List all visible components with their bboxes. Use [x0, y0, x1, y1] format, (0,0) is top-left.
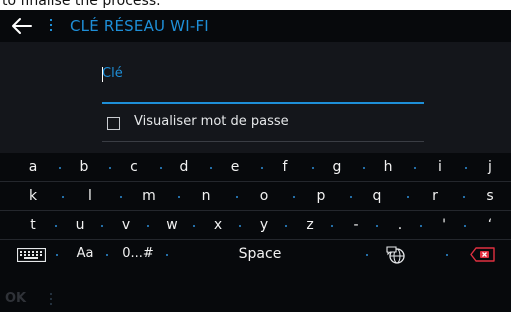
key-divider-dot	[407, 196, 409, 198]
key-j[interactable]: j	[476, 157, 504, 177]
key-input-placeholder: Clé	[102, 66, 123, 81]
space-key[interactable]: Space	[215, 244, 305, 264]
key-divider-dot	[120, 196, 122, 198]
caption-text: to finalise the process.	[2, 0, 161, 9]
backspace-icon[interactable]	[470, 247, 495, 262]
key-divider-dot	[350, 196, 352, 198]
footer-bar: OK	[0, 280, 511, 312]
key-input-underline	[102, 102, 424, 104]
show-password-checkbox[interactable]	[107, 117, 120, 130]
key-divider-dot	[464, 225, 466, 227]
key-divider-dot	[293, 196, 295, 198]
key-divider-dot	[446, 254, 448, 256]
header-bar: CLÉ RÉSEAU WI-FI	[0, 10, 511, 42]
key-v[interactable]: v	[112, 215, 140, 235]
keyboard-hide-icon[interactable]	[17, 248, 46, 262]
key-divider-dot	[239, 225, 241, 227]
key-quote[interactable]: ‘	[476, 215, 504, 235]
key-divider-dot	[160, 167, 162, 169]
key-divider-dot	[285, 225, 287, 227]
key-h[interactable]: h	[374, 157, 402, 177]
key-divider-dot	[261, 167, 263, 169]
key-divider-dot	[420, 225, 422, 227]
key-divider-dot	[312, 167, 314, 169]
header-separator	[50, 19, 52, 33]
key-divider-dot	[210, 167, 212, 169]
key-p[interactable]: p	[307, 186, 335, 206]
key-apostrophe[interactable]: '	[430, 215, 458, 235]
key-g[interactable]: g	[323, 157, 351, 177]
key-l[interactable]: l	[76, 186, 104, 206]
key-y[interactable]: y	[250, 215, 278, 235]
key-divider-dot	[193, 225, 195, 227]
key-d[interactable]: d	[170, 157, 198, 177]
key-divider-dot	[147, 225, 149, 227]
key-f[interactable]: f	[271, 157, 299, 177]
key-t[interactable]: t	[19, 215, 47, 235]
case-toggle-key[interactable]: Aa	[70, 244, 100, 264]
key-r[interactable]: r	[421, 186, 449, 206]
key-q[interactable]: q	[363, 186, 391, 206]
key-m[interactable]: m	[135, 186, 163, 206]
language-globe-icon[interactable]	[385, 245, 407, 265]
key-divider-dot	[166, 254, 168, 256]
key-divider-dot	[106, 254, 108, 256]
keyboard-row-divider	[0, 210, 511, 211]
key-o[interactable]: o	[250, 186, 278, 206]
key-divider-dot	[62, 196, 64, 198]
key-i[interactable]: i	[426, 157, 454, 177]
key-divider-dot	[55, 225, 57, 227]
back-arrow-icon[interactable]	[11, 16, 33, 36]
show-password-label[interactable]: Visualiser mot de passe	[134, 114, 289, 130]
key-divider-dot	[236, 196, 238, 198]
key-a[interactable]: a	[19, 157, 47, 177]
divider	[102, 141, 424, 142]
key-divider-dot	[56, 254, 58, 256]
key-divider-dot	[414, 167, 416, 169]
key-input[interactable]: Clé	[102, 66, 424, 90]
keyboard-row-divider	[0, 239, 511, 240]
key-z[interactable]: z	[296, 215, 324, 235]
wifi-key-screen: CLÉ RÉSEAU WI-FI Clé Visualiser mot de p…	[0, 10, 511, 312]
key-w[interactable]: w	[158, 215, 186, 235]
key-e[interactable]: e	[221, 157, 249, 177]
key-divider-dot	[376, 225, 378, 227]
key-n[interactable]: n	[192, 186, 220, 206]
key-b[interactable]: b	[70, 157, 98, 177]
key-k[interactable]: k	[19, 186, 47, 206]
footer-separator	[50, 293, 52, 305]
key-divider-dot	[465, 167, 467, 169]
key-divider-dot	[463, 196, 465, 198]
key-x[interactable]: x	[204, 215, 232, 235]
key-hyphen[interactable]: -	[342, 215, 370, 235]
key-divider-dot	[109, 167, 111, 169]
page-title: CLÉ RÉSEAU WI-FI	[70, 17, 209, 35]
key-divider-dot	[59, 167, 61, 169]
form-panel: Clé Visualiser mot de passe	[0, 42, 511, 153]
text-caret	[102, 67, 103, 82]
key-c[interactable]: c	[120, 157, 148, 177]
key-divider-dot	[363, 167, 365, 169]
virtual-keyboard: a b c d e f g h i j k l m n o p q r s t …	[0, 153, 511, 269]
key-s[interactable]: s	[476, 186, 504, 206]
key-divider-dot	[366, 254, 368, 256]
key-divider-dot	[101, 225, 103, 227]
key-divider-dot	[178, 196, 180, 198]
key-period[interactable]: .	[386, 215, 414, 235]
keyboard-row-divider	[0, 181, 511, 182]
ok-button[interactable]: OK	[5, 291, 26, 307]
key-divider-dot	[331, 225, 333, 227]
symbols-key[interactable]: 0...#	[114, 244, 162, 264]
key-u[interactable]: u	[66, 215, 94, 235]
